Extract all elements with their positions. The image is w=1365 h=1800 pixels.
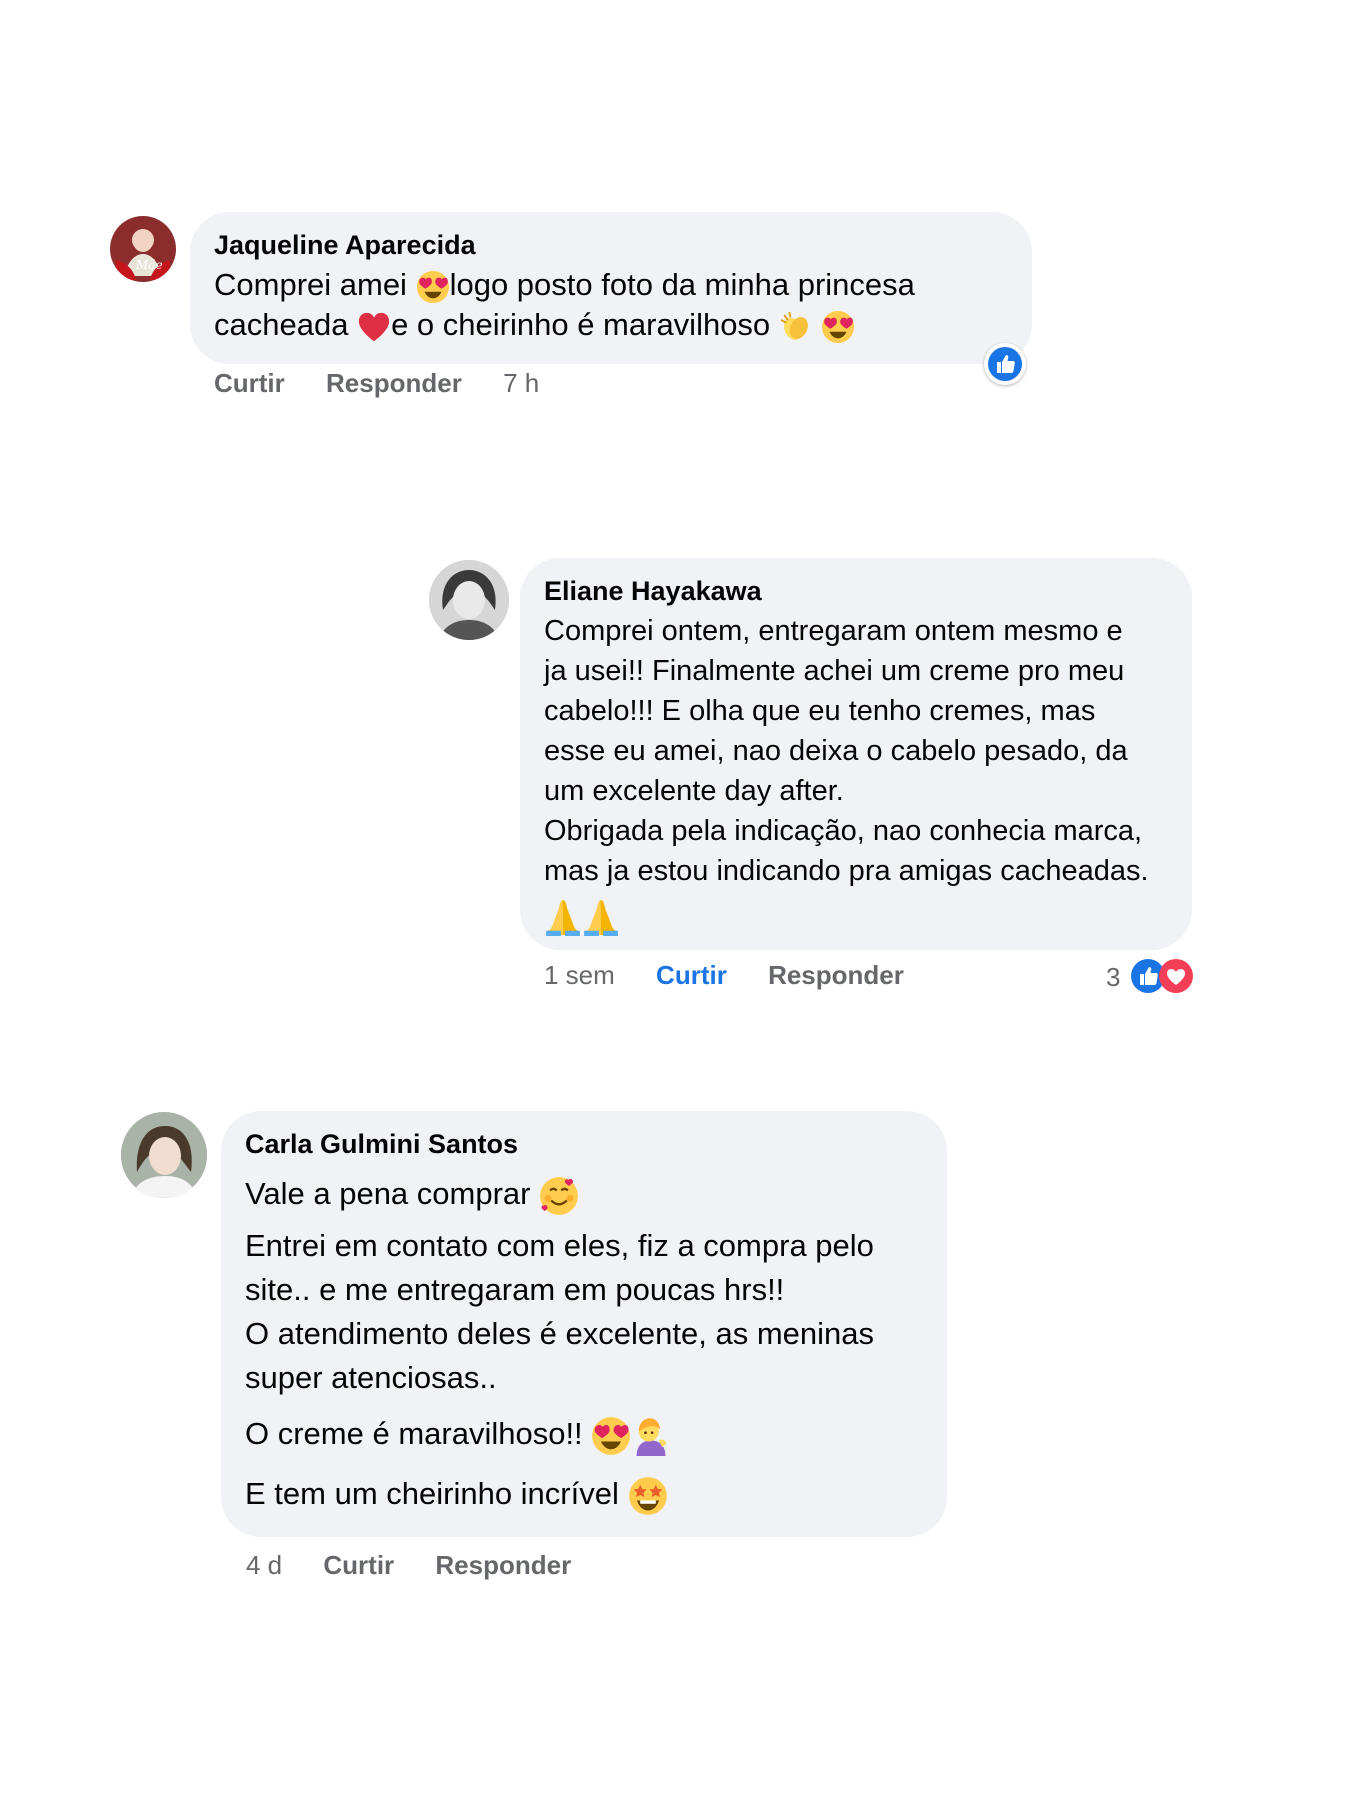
- comment-text-line: Comprei ontem, entregaram ontem mesmo e: [544, 615, 1123, 647]
- avatar[interactable]: [121, 1112, 207, 1198]
- heart-eyes-emoji-icon: [591, 1416, 631, 1456]
- comment-text-line: Entrei em contato com eles, fiz a compra…: [245, 1227, 874, 1263]
- comment-actions: Curtir Responder 7 h: [214, 368, 573, 399]
- comment-text-line: Vale a pena comprar: [245, 1174, 923, 1216]
- comment-text-line: Obrigada pela indicação, nao conhecia ma…: [544, 815, 1143, 847]
- folded-hands-emoji-icon: [544, 898, 582, 936]
- comment-text-line: E tem um cheirinho incrível: [245, 1472, 923, 1516]
- avatar-image-icon: [429, 560, 509, 640]
- avatar[interactable]: Mãe: [110, 216, 176, 282]
- comment-text-line: ja usei!! Finalmente achei um creme pro …: [544, 655, 1125, 687]
- comment-text-line: O atendimento deles é excelente, as meni…: [245, 1315, 874, 1351]
- like-button[interactable]: Curtir: [656, 960, 727, 990]
- comment-author[interactable]: Eliane Hayakawa: [544, 576, 1168, 607]
- comment-actions: 4 d Curtir Responder: [246, 1550, 605, 1581]
- avatar-image-icon: [121, 1112, 207, 1198]
- red-heart-emoji-icon: [357, 310, 391, 344]
- comment-text-line: O creme é maravilhoso!!: [245, 1412, 923, 1456]
- star-struck-emoji-icon: [628, 1476, 668, 1516]
- reply-button[interactable]: Responder: [326, 368, 462, 398]
- heart-eyes-emoji-icon: [416, 270, 450, 304]
- avatar-image-icon: [116, 229, 170, 280]
- timestamp[interactable]: 7 h: [503, 368, 539, 398]
- like-reaction-icon: [987, 346, 1023, 382]
- timestamp[interactable]: 4 d: [246, 1550, 282, 1580]
- comment-emoji-line: [544, 895, 1168, 936]
- comment-bubble: Eliane Hayakawa Comprei ontem, entregara…: [520, 558, 1192, 950]
- comment-text-line: cacheada e o cheirinho é maravilhoso: [214, 305, 1008, 345]
- comment-text-line: cabelo!!! E olha que eu tenho cremes, ma…: [544, 695, 1096, 727]
- comment-author[interactable]: Carla Gulmini Santos: [245, 1129, 923, 1160]
- reaction-count: 3: [1106, 962, 1121, 992]
- reply-button[interactable]: Responder: [768, 960, 904, 990]
- love-reaction-icon: [1158, 958, 1194, 994]
- person-tipping-hand-emoji-icon: [631, 1416, 671, 1456]
- reaction-badge[interactable]: [984, 343, 1026, 385]
- comment-text-line: site.. e me entregaram em poucas hrs!!: [245, 1271, 785, 1307]
- smiling-face-with-hearts-emoji-icon: [539, 1176, 579, 1216]
- comment-bubble: Carla Gulmini Santos Vale a pena comprar…: [221, 1111, 947, 1537]
- timestamp[interactable]: 1 sem: [544, 960, 615, 990]
- avatar[interactable]: [429, 560, 509, 640]
- comment-actions: 1 sem Curtir Responder: [544, 960, 938, 991]
- clapping-hands-emoji-icon: [779, 310, 813, 344]
- comment-text-line: esse eu amei, nao deixa o cabelo pesado,…: [544, 735, 1128, 767]
- comment-bubble: Jaqueline Aparecida Comprei amei logo po…: [190, 212, 1032, 364]
- like-button[interactable]: Curtir: [323, 1550, 394, 1580]
- comment-author[interactable]: Jaqueline Aparecida: [214, 230, 1008, 261]
- like-button[interactable]: Curtir: [214, 368, 285, 398]
- comment-text-line: um excelente day after.: [544, 775, 844, 807]
- avatar-caption: Mãe: [136, 258, 163, 272]
- folded-hands-emoji-icon: [582, 898, 620, 936]
- comment-text-line: super atenciosas..: [245, 1359, 497, 1395]
- heart-eyes-emoji-icon: [821, 310, 855, 344]
- comment-text-line: Comprei amei logo posto foto da minha pr…: [214, 267, 915, 304]
- reply-button[interactable]: Responder: [435, 1550, 571, 1580]
- reaction-summary[interactable]: 3: [1106, 956, 1198, 996]
- comment-text-line: mas ja estou indicando pra amigas cachea…: [544, 855, 1149, 887]
